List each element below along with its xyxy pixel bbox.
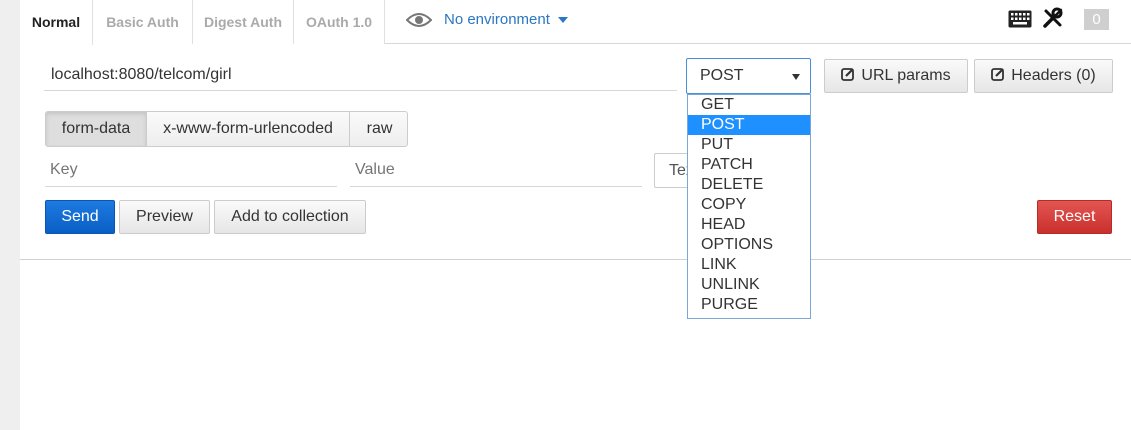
method-option-unlink[interactable]: UNLINK [688, 275, 810, 295]
method-option-patch[interactable]: PATCH [688, 155, 810, 175]
tab-basic-auth[interactable]: Basic Auth [93, 0, 193, 44]
headers-button[interactable]: Headers (0) [974, 59, 1113, 93]
tab-form-data[interactable]: form-data [46, 112, 147, 146]
eye-icon [406, 13, 432, 27]
url-input[interactable] [44, 59, 677, 91]
keyboard-icon[interactable] [1008, 10, 1032, 28]
left-rail [0, 0, 20, 430]
method-option-link[interactable]: LINK [688, 255, 810, 275]
tab-normal[interactable]: Normal [20, 0, 93, 45]
tab-x-www-form-urlencoded[interactable]: x-www-form-urlencoded [147, 112, 350, 146]
url-params-button[interactable]: URL params [824, 59, 968, 93]
method-option-purge[interactable]: PURGE [688, 295, 810, 315]
method-option-head[interactable]: HEAD [688, 215, 810, 235]
divider [20, 259, 1131, 260]
key-input[interactable] [45, 153, 337, 187]
environment-label: No environment [444, 11, 550, 28]
chevron-down-icon [792, 74, 800, 80]
wrench-icon[interactable] [1042, 7, 1064, 29]
auth-tab-bar: Normal Basic Auth Digest Auth OAuth 1.0 … [20, 0, 1131, 45]
url-params-label: URL params [861, 67, 951, 84]
chevron-down-icon [558, 17, 568, 23]
body-type-tabs: form-data x-www-form-urlencoded raw [45, 111, 408, 147]
method-dropdown-list: GET POST PUT PATCH DELETE COPY HEAD OPTI… [687, 94, 811, 319]
tab-oauth-1[interactable]: OAuth 1.0 [294, 0, 385, 44]
request-builder: Normal Basic Auth Digest Auth OAuth 1.0 … [20, 0, 1131, 430]
tab-raw[interactable]: raw [350, 112, 407, 146]
send-button[interactable]: Send [45, 200, 115, 234]
edit-icon [991, 68, 1005, 81]
reset-button[interactable]: Reset [1037, 200, 1112, 234]
method-option-options[interactable]: OPTIONS [688, 235, 810, 255]
add-to-collection-button[interactable]: Add to collection [214, 200, 366, 234]
preview-button[interactable]: Preview [119, 200, 210, 234]
headers-label: Headers (0) [1011, 67, 1096, 84]
count-badge[interactable]: 0 [1084, 9, 1109, 30]
method-select-value: POST [700, 67, 744, 84]
method-option-delete[interactable]: DELETE [688, 175, 810, 195]
method-option-put[interactable]: PUT [688, 135, 810, 155]
tab-digest-auth[interactable]: Digest Auth [193, 0, 294, 44]
method-select[interactable]: POST [686, 58, 811, 94]
method-option-get[interactable]: GET [688, 95, 810, 115]
method-option-copy[interactable]: COPY [688, 195, 810, 215]
value-input[interactable] [350, 153, 642, 187]
edit-icon [841, 68, 855, 81]
method-option-post[interactable]: POST [688, 115, 810, 135]
